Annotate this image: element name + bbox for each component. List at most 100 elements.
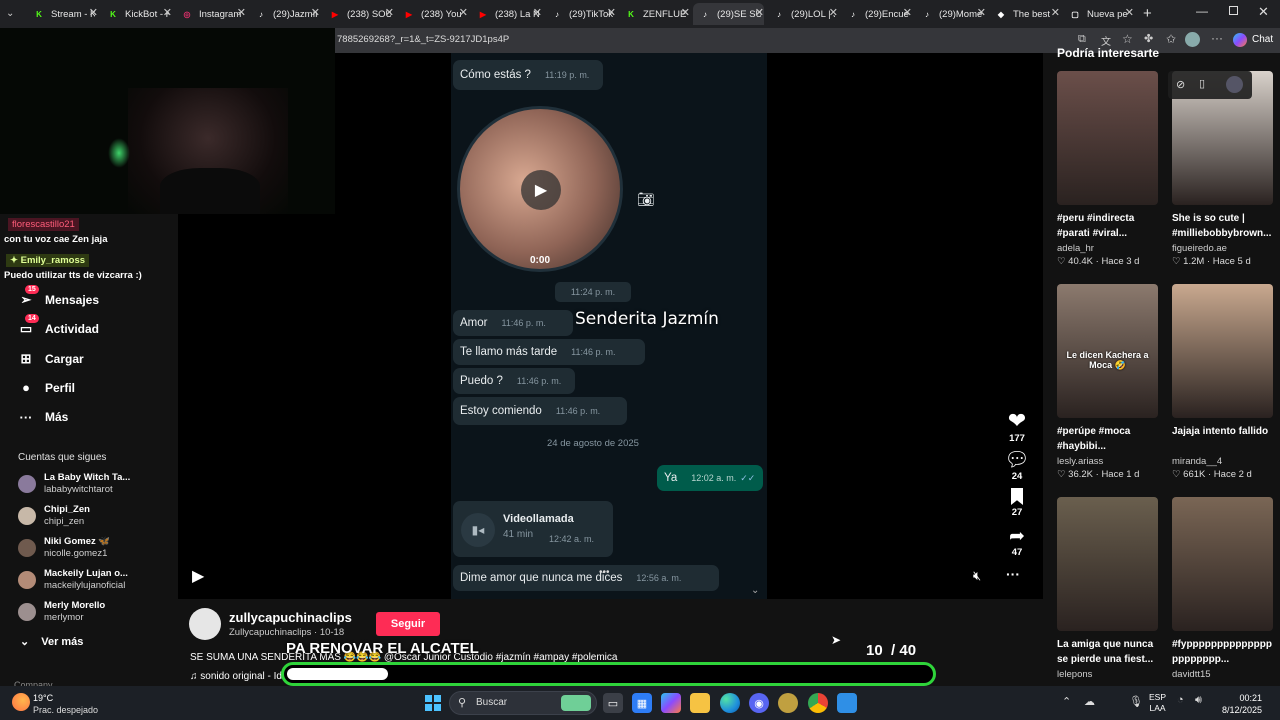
store-icon[interactable]: ▦ bbox=[632, 693, 652, 713]
url-text[interactable]: 7885269268?_r=1&_t=ZS-9217JD1ps4P bbox=[337, 34, 509, 45]
tab-11[interactable]: ♪ (29)Encue ✕ bbox=[841, 3, 912, 25]
sidebar-item-perfil[interactable]: ● Perfil bbox=[18, 380, 75, 396]
tray-overflow-icon[interactable]: ⌃ bbox=[1062, 695, 1071, 708]
extensions-icon[interactable]: ✤ bbox=[1144, 32, 1153, 45]
tab-2[interactable]: ◎ Instagram ✕ bbox=[175, 3, 247, 25]
tab-9[interactable]: ♪(29)SE SUM✕ bbox=[693, 3, 764, 25]
close-tab-icon[interactable]: ✕ bbox=[163, 6, 172, 19]
recommended-video-card[interactable]: She is so cute | #milliebobbybrown... fig… bbox=[1172, 71, 1273, 267]
sidebar-item-cargar[interactable]: ⊞ Cargar bbox=[18, 351, 84, 367]
video-thumbnail[interactable]: Le dicen Kachera a Moca 🤣 bbox=[1057, 284, 1158, 418]
minimize-button[interactable]: — bbox=[1196, 4, 1208, 18]
close-tab-icon[interactable]: ✕ bbox=[89, 6, 98, 19]
tab-12[interactable]: ♪ (29)Mome ✕ bbox=[915, 3, 986, 25]
discord-icon[interactable]: ◉ bbox=[749, 693, 769, 713]
followed-account[interactable]: Chipi_Zen chipi_zen bbox=[18, 504, 90, 528]
restore-button[interactable] bbox=[1229, 6, 1238, 15]
followed-account[interactable]: Merly Morello merlymor bbox=[18, 600, 105, 624]
recommended-video-card[interactable]: Le dicen Kachera a Moca 🤣 #perúpe #moca #… bbox=[1057, 284, 1158, 480]
tab-6[interactable]: ▶ (238) La N ✕ bbox=[471, 3, 542, 25]
video-thumbnail[interactable] bbox=[1172, 284, 1273, 418]
close-tab-icon[interactable]: ✕ bbox=[533, 6, 542, 19]
share-button[interactable]: ➦ 47 bbox=[1003, 527, 1031, 559]
onedrive-icon[interactable]: ☁ bbox=[1084, 695, 1095, 708]
tab-3[interactable]: ♪ (29)Jazmín ✕ bbox=[249, 3, 320, 25]
wifi-icon[interactable]: ◔ bbox=[1177, 694, 1184, 706]
video-thumbnail[interactable] bbox=[1172, 497, 1273, 631]
sidebar-item-mensajes[interactable]: ➢ 15 Mensajes bbox=[18, 285, 99, 308]
followed-account[interactable]: Niki Gomez 🦋 nicolle.gomez1 bbox=[18, 536, 110, 560]
tab-10[interactable]: ♪ (29)LOL | J ✕ bbox=[767, 3, 838, 25]
lang-indicator[interactable]: ESP LAA bbox=[1149, 692, 1166, 714]
taskbar-search[interactable]: ⚲ Buscar bbox=[449, 691, 597, 715]
mute-icon[interactable]: 🔇︎ bbox=[973, 568, 981, 584]
video-author[interactable]: lesly.ariass bbox=[1057, 456, 1158, 467]
volume-icon[interactable]: 🔊︎ bbox=[1195, 694, 1202, 707]
file-explorer-icon[interactable] bbox=[690, 693, 710, 713]
tab-8[interactable]: KZENFLUEN✕ bbox=[619, 3, 690, 25]
recommended-video-card[interactable]: Jajaja intento fallido miranda__4 ♡ 661K ·… bbox=[1172, 284, 1273, 480]
windows-start-icon[interactable] bbox=[425, 695, 441, 711]
video-author[interactable]: miranda__4 bbox=[1172, 456, 1273, 467]
author-avatar[interactable] bbox=[189, 608, 221, 640]
close-tab-icon[interactable]: ✕ bbox=[829, 6, 838, 19]
favorites-icon[interactable]: ✩ bbox=[1166, 32, 1176, 46]
see-more-link[interactable]: ⌄ Ver más bbox=[20, 635, 83, 648]
tab-0[interactable]: K Stream - K ✕ bbox=[27, 3, 98, 25]
app-window-icon[interactable] bbox=[837, 693, 857, 713]
settings-more-icon[interactable]: ··· bbox=[1211, 31, 1223, 45]
close-tab-icon[interactable]: ✕ bbox=[607, 6, 616, 19]
followed-account[interactable]: La Baby Witch Ta... lababywitchtarot bbox=[18, 472, 130, 496]
copilot-chat-label[interactable]: Chat bbox=[1252, 34, 1273, 45]
tab-1[interactable]: K KickBot - K ✕ bbox=[101, 3, 172, 25]
close-tab-icon[interactable]: ✕ bbox=[1051, 6, 1060, 19]
compass-icon[interactable]: ⊘ bbox=[1176, 78, 1185, 91]
tab-5[interactable]: ▶ (238) You ✕ bbox=[397, 3, 468, 25]
video-caption[interactable]: Jajaja intento fallido bbox=[1172, 424, 1273, 454]
clock-date[interactable]: 8/12/2025 bbox=[1212, 705, 1262, 715]
new-tab-button[interactable]: + bbox=[1143, 5, 1152, 22]
mic-icon[interactable]: 🎙︎ bbox=[1129, 695, 1143, 708]
close-tab-icon[interactable]: ✕ bbox=[681, 6, 690, 19]
sound-label[interactable]: ♫ sonido original - Id bbox=[190, 671, 282, 682]
video-caption[interactable]: #peru #indirecta #parati #viral... bbox=[1057, 211, 1158, 241]
clock-time[interactable]: 00:21 bbox=[1222, 693, 1262, 703]
video-caption[interactable]: She is so cute | #milliebobbybrown... bbox=[1172, 211, 1273, 241]
avatar[interactable] bbox=[1226, 76, 1243, 93]
weather-icon[interactable] bbox=[12, 693, 30, 711]
tab-4[interactable]: ▶ (238) SOU ✕ bbox=[323, 3, 394, 25]
close-tab-icon[interactable]: ✕ bbox=[459, 6, 468, 19]
video-thumbnail[interactable] bbox=[1057, 71, 1158, 205]
close-tab-icon[interactable]: ✕ bbox=[237, 6, 246, 19]
close-tab-icon[interactable]: ✕ bbox=[385, 6, 394, 19]
open-in-app-icon[interactable]: ⧉ bbox=[1078, 33, 1086, 46]
close-tab-icon[interactable]: ✕ bbox=[1125, 6, 1134, 19]
tab-13[interactable]: ◆ The best ✕ bbox=[989, 3, 1060, 25]
chrome-icon[interactable] bbox=[808, 693, 828, 713]
author-username[interactable]: zullycapuchinaclips bbox=[229, 610, 352, 625]
video-caption[interactable]: La amiga que nunca se pierde una fiest..… bbox=[1057, 637, 1158, 667]
app-icon[interactable] bbox=[778, 693, 798, 713]
more-options-icon[interactable]: ··· bbox=[1006, 566, 1020, 582]
video-thumbnail[interactable] bbox=[1057, 497, 1158, 631]
weather-temp[interactable]: 19°C bbox=[33, 693, 53, 703]
close-window-button[interactable]: ✕ bbox=[1258, 4, 1269, 20]
save-button[interactable]: 27 bbox=[1003, 488, 1031, 518]
video-caption[interactable]: #fypppppppppppppp pppppppp... bbox=[1172, 637, 1273, 667]
edge-icon[interactable] bbox=[720, 693, 740, 713]
like-button[interactable]: ❤︎ 177 bbox=[1003, 409, 1031, 445]
profile-avatar-icon[interactable] bbox=[1185, 32, 1200, 47]
copilot-app-icon[interactable] bbox=[661, 693, 681, 713]
sidebar-item-más[interactable]: ··· Más bbox=[18, 409, 69, 425]
play-button[interactable]: ▶ bbox=[192, 566, 204, 586]
recommended-video-card[interactable]: La amiga que nunca se pierde una fiest..… bbox=[1057, 497, 1158, 680]
weather-desc[interactable]: Prac. despejado bbox=[33, 705, 98, 715]
recommended-video-card[interactable]: #fypppppppppppppp pppppppp... davidtt15 bbox=[1172, 497, 1273, 680]
video-author[interactable]: adela_hr bbox=[1057, 243, 1158, 254]
favorite-star-icon[interactable]: ☆ bbox=[1122, 32, 1133, 46]
video-author[interactable]: figueiredo.ae bbox=[1172, 243, 1273, 254]
voice-note-thumbnail[interactable]: ▶ 0:00 bbox=[457, 106, 623, 272]
sidebar-item-actividad[interactable]: ▭ 14 Actividad bbox=[18, 314, 99, 337]
phone-icon[interactable]: ▯ bbox=[1199, 77, 1205, 90]
comment-button[interactable]: 💬︎ 24 bbox=[1003, 449, 1031, 482]
